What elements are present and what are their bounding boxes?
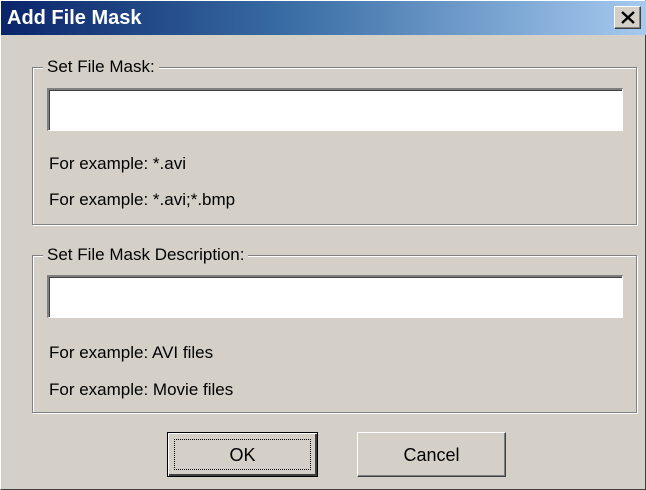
description-example-1: For example: AVI files xyxy=(49,343,214,362)
file-mask-group: Set File Mask: For example: *.avi For ex… xyxy=(32,55,637,225)
ok-button-label: OK xyxy=(229,444,256,465)
file-mask-input[interactable] xyxy=(47,88,623,131)
file-mask-example-2: For example: *.avi;*.bmp xyxy=(49,190,236,209)
window-title: Add File Mask xyxy=(7,7,142,29)
file-mask-description-group-label: Set File Mask Description: xyxy=(43,243,249,267)
add-file-mask-dialog: Add File Mask Set File Mask: For example… xyxy=(0,0,646,490)
file-mask-group-label: Set File Mask: xyxy=(43,55,159,79)
file-mask-description-group: Set File Mask Description: For example: … xyxy=(32,243,637,413)
title-bar[interactable]: Add File Mask xyxy=(1,1,646,35)
ok-button[interactable]: OK xyxy=(167,432,318,477)
file-mask-description-input[interactable] xyxy=(47,275,623,318)
close-icon xyxy=(621,11,635,24)
cancel-button[interactable]: Cancel xyxy=(357,432,506,477)
description-example-2: For example: Movie files xyxy=(49,380,234,399)
cancel-button-label: Cancel xyxy=(403,444,460,465)
close-button[interactable] xyxy=(614,6,641,29)
file-mask-example-1: For example: *.avi xyxy=(49,154,186,173)
